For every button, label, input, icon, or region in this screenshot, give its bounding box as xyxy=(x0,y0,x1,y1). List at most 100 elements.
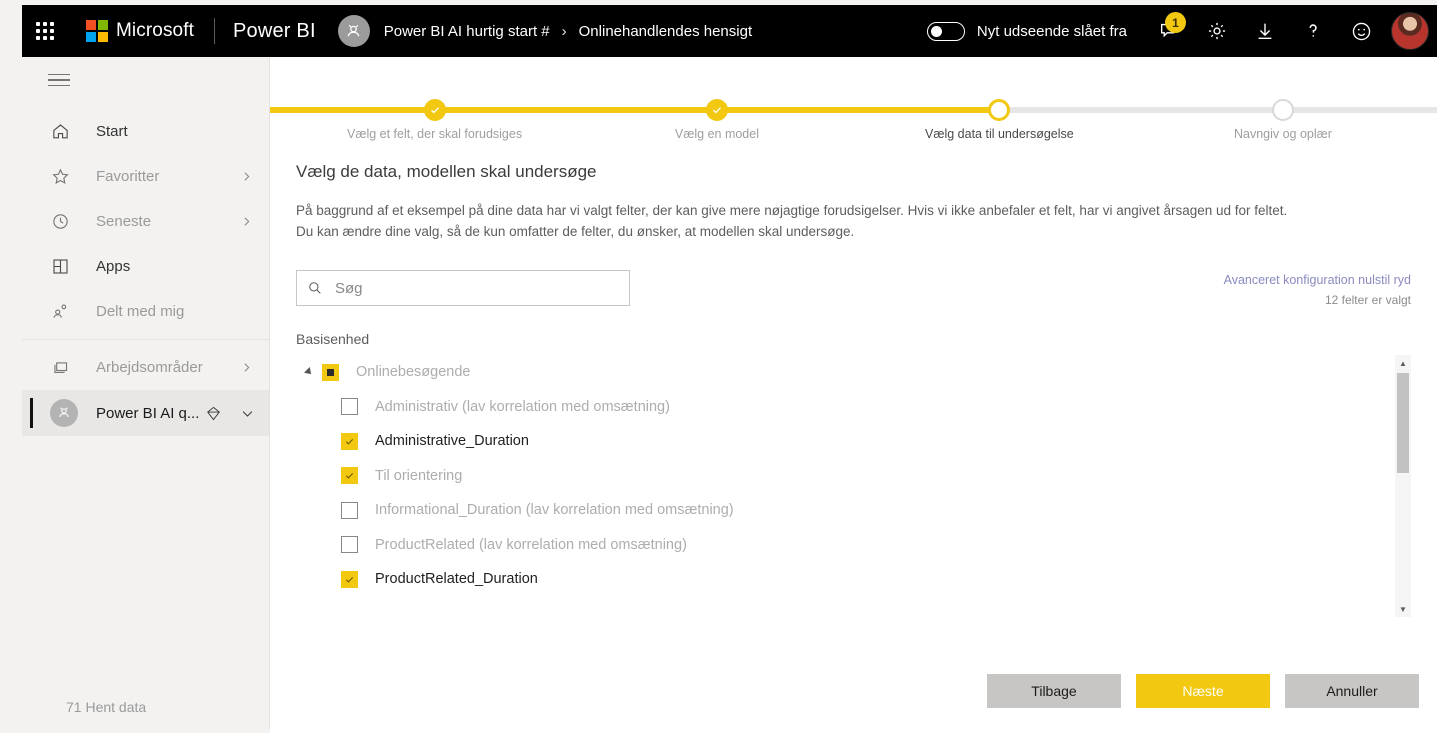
user-avatar[interactable] xyxy=(1391,12,1429,50)
sidebar-item-arbejdsomraader[interactable]: Arbejdsområder xyxy=(22,345,269,390)
tree-row[interactable]: Administrativ (lav korrelation med omsæt… xyxy=(296,390,1381,425)
chevron-right-icon xyxy=(240,361,253,374)
left-sidebar: Start Favoritter Seneste Apps Delt med m… xyxy=(22,57,270,729)
field-checkbox[interactable] xyxy=(341,398,358,416)
sidebar-item-label: Arbejdsområder xyxy=(96,359,203,376)
tree-row[interactable]: ProductRelated (lav korrelation med omsæ… xyxy=(296,528,1381,563)
check-icon xyxy=(430,107,439,114)
download-button[interactable] xyxy=(1241,5,1289,57)
field-label: ProductRelated (lav korrelation med omsæ… xyxy=(375,536,687,553)
check-icon xyxy=(345,473,354,479)
tree-root-label: Onlinebesøgende xyxy=(356,364,471,381)
breadcrumb-item[interactable]: Onlinehandlendes hensigt xyxy=(579,23,752,40)
sidebar-item-delt-med-mig[interactable]: Delt med mig xyxy=(22,289,269,334)
tree-row-root[interactable]: Onlinebesøgende xyxy=(296,355,1381,390)
product-name[interactable]: Power BI xyxy=(233,20,316,43)
microsoft-logo[interactable]: Microsoft xyxy=(86,20,194,42)
clear-link[interactable]: ryd xyxy=(1394,273,1411,287)
search-box[interactable] xyxy=(296,270,630,306)
top-header: Microsoft Power BI Power BI AI hurtig st… xyxy=(22,5,1437,57)
sidebar-item-apps[interactable]: Apps xyxy=(22,244,269,289)
stepper-node-1[interactable] xyxy=(423,99,446,121)
scroll-up-arrow-icon[interactable]: ▲ xyxy=(1395,355,1411,371)
field-checkbox[interactable] xyxy=(341,570,358,588)
page-title: Vælg de data, modellen skal undersøge xyxy=(296,162,597,181)
sidebar-item-seneste[interactable]: Seneste xyxy=(22,199,269,244)
chevron-down-icon[interactable] xyxy=(240,406,255,421)
sidebar-item-label: Seneste xyxy=(96,213,152,230)
hamburger-icon xyxy=(48,70,70,91)
sidebar-item-label: Start xyxy=(96,123,128,140)
main-panel: Vælg et felt, der skal forudsiges Vælg e… xyxy=(270,57,1437,733)
search-input[interactable] xyxy=(333,278,619,298)
sidebar-collapse-button[interactable] xyxy=(22,57,269,103)
tree-root-checkbox[interactable] xyxy=(322,363,339,381)
shared-icon xyxy=(48,300,72,324)
field-label: Administrative_Duration xyxy=(375,433,529,450)
stepper-node-3[interactable] xyxy=(988,99,1011,121)
app-launcher-button[interactable] xyxy=(22,5,68,57)
advanced-links: Avanceret konfiguration nulstil ryd xyxy=(1224,273,1411,287)
scrollbar-thumb[interactable] xyxy=(1397,373,1409,473)
sidebar-current-workspace[interactable]: Power BI AI q... xyxy=(22,390,269,436)
tree-row[interactable]: Administrative_Duration xyxy=(296,424,1381,459)
chevron-right-icon xyxy=(240,170,253,183)
sidebar-item-label: Apps xyxy=(96,258,131,275)
field-checkbox[interactable] xyxy=(341,501,358,519)
workspaces-icon xyxy=(48,356,72,380)
tree-row[interactable]: Informational_Duration (lav korrelation … xyxy=(296,493,1381,528)
sidebar-item-start[interactable]: Start xyxy=(22,109,269,154)
field-label: Informational_Duration (lav korrelation … xyxy=(375,502,734,519)
field-checkbox[interactable] xyxy=(341,536,358,554)
page-description: På baggrund af et eksempel på dine data … xyxy=(296,200,1401,242)
back-button[interactable]: Tilbage xyxy=(987,674,1121,708)
workspace-name: Power BI AI q... xyxy=(96,404,200,422)
caret-expanded-icon[interactable] xyxy=(302,365,316,379)
sidebar-item-favoritter[interactable]: Favoritter xyxy=(22,154,269,199)
sidebar-item-label: Delt med mig xyxy=(96,303,185,320)
toggle-track[interactable] xyxy=(926,21,965,41)
cancel-button[interactable]: Annuller xyxy=(1285,674,1419,708)
advanced-config-link[interactable]: Avanceret konfiguration xyxy=(1224,273,1355,287)
new-look-toggle[interactable]: Nyt udseende slået fra xyxy=(926,21,1127,41)
chevron-right-icon xyxy=(240,215,253,228)
workspace-avatar-icon xyxy=(50,399,78,427)
description-line-1: På baggrund af et eksempel på dine data … xyxy=(296,203,1288,218)
stepper-label-4: Navngiv og oplær xyxy=(1233,127,1332,141)
waffle-icon xyxy=(36,22,54,40)
stepper-label-3: Vælg data til undersøgelse xyxy=(925,127,1074,141)
field-checkbox[interactable] xyxy=(341,467,358,485)
workspace-avatar xyxy=(337,15,370,47)
breadcrumb-workspace[interactable]: Power BI AI hurtig start # xyxy=(384,23,550,40)
stepper-progress xyxy=(270,107,1000,113)
settings-button[interactable] xyxy=(1193,5,1241,57)
stepper-node-4[interactable] xyxy=(1271,99,1294,121)
new-look-toggle-label: Nyt udseende slået fra xyxy=(976,22,1127,40)
microsoft-squares-icon xyxy=(86,20,108,42)
next-button[interactable]: Næste xyxy=(1136,674,1270,708)
breadcrumb-separator-icon: › xyxy=(561,22,567,40)
search-icon xyxy=(307,280,323,296)
stepper-label-2: Vælg en model xyxy=(674,127,759,141)
field-checkbox[interactable] xyxy=(341,432,358,450)
advanced-links-group: Avanceret konfiguration nulstil ryd 12 f… xyxy=(1224,270,1411,307)
scroll-down-arrow-icon[interactable]: ▼ xyxy=(1395,601,1411,617)
tree-row[interactable]: ProductRelated_Duration xyxy=(296,562,1381,597)
field-tree: Onlinebesøgende Administrativ (lav korre… xyxy=(296,355,1411,617)
field-list-scrollbar[interactable]: ▲ ▼ xyxy=(1395,355,1411,617)
tree-row[interactable]: Til orientering xyxy=(296,459,1381,494)
clock-icon xyxy=(48,210,72,234)
wizard-footer-buttons: Tilbage Næste Annuller xyxy=(987,674,1419,708)
home-icon xyxy=(48,120,72,144)
search-row: Avanceret konfiguration nulstil ryd 12 f… xyxy=(296,270,1411,307)
stepper-node-2[interactable] xyxy=(705,99,728,121)
sidebar-get-data[interactable]: 71 Hent data xyxy=(22,685,269,729)
breadcrumb: Power BI AI hurtig start # › Onlinehandl… xyxy=(384,23,752,40)
selection-count: 12 felter er valgt xyxy=(1324,293,1411,307)
check-icon xyxy=(712,107,721,114)
get-data-label: 71 Hent data xyxy=(66,699,147,715)
notifications-button[interactable]: 1 xyxy=(1145,5,1193,57)
help-button[interactable] xyxy=(1289,5,1337,57)
reset-link[interactable]: nulstil xyxy=(1358,273,1390,287)
feedback-button[interactable] xyxy=(1337,5,1385,57)
